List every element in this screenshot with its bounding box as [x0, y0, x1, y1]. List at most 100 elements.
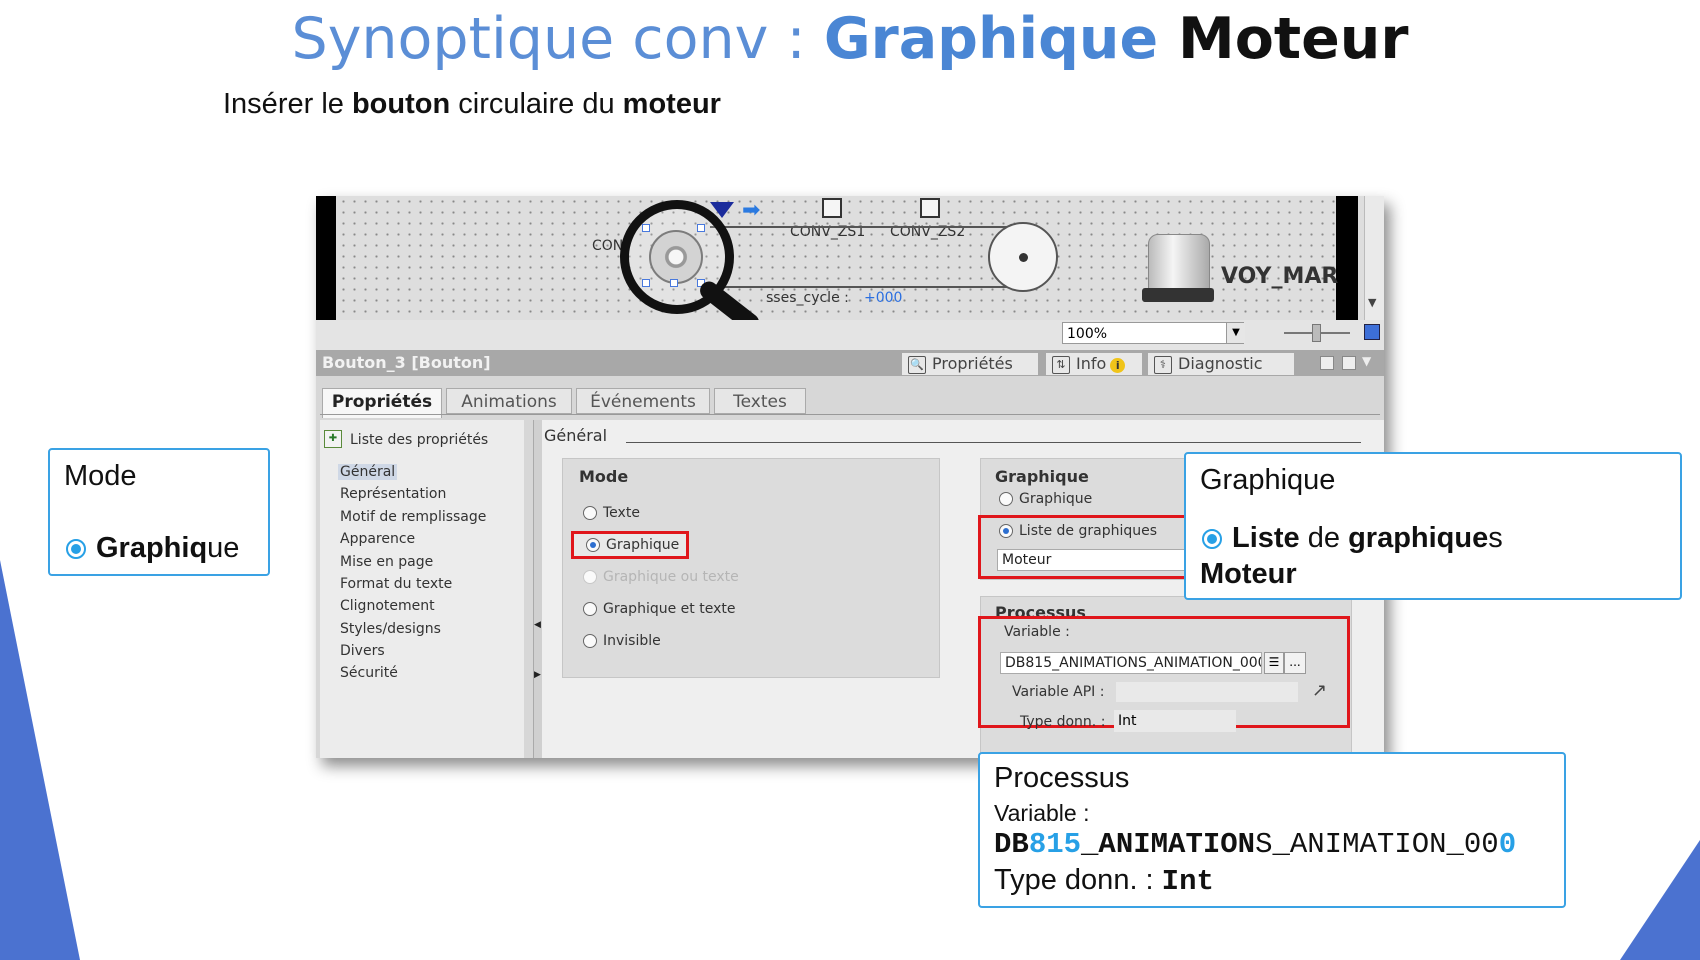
variable-api-label: Variable API : — [1012, 684, 1105, 700]
subtitle-part-3: circulaire du — [450, 88, 623, 120]
slide-subtitle: Insérer le bouton circulaire du moteur — [223, 88, 721, 121]
radio-selected-icon — [999, 524, 1013, 538]
tab-divider — [320, 414, 1380, 415]
callout-graphique-moteur: Moteur — [1200, 558, 1297, 590]
list-icon[interactable]: ☰ — [1264, 652, 1284, 674]
hmi-canvas[interactable]: ▼ CON ➡ CONV_ZS1 CONV_ZS2 sses_cycle : +… — [316, 196, 1384, 336]
info-icon: i — [1110, 358, 1126, 373]
arrow-right-icon[interactable]: ➡ — [742, 198, 760, 223]
radio-icon — [583, 602, 597, 616]
callout-type-label: Type donn. : — [994, 864, 1162, 896]
indicator-lamp[interactable] — [1148, 234, 1210, 292]
type-label: Type donn. : — [1020, 714, 1106, 730]
mode-option-invisible[interactable]: Invisible — [583, 633, 661, 649]
nav-item-motif[interactable]: Motif de remplissage — [340, 509, 486, 525]
zoom-slider-knob[interactable] — [1312, 324, 1321, 342]
window-maximize-icon[interactable] — [1342, 356, 1356, 370]
nav-item-general[interactable]: Général — [338, 464, 398, 480]
sensor-zs2-box[interactable] — [920, 198, 940, 218]
nav-item-securite[interactable]: Sécurité — [340, 665, 398, 681]
label-cycle: sses_cycle : — [766, 290, 849, 306]
nav-item-mise-en-page[interactable]: Mise en page — [340, 554, 433, 570]
callout-mode: Mode Graphique — [48, 448, 270, 576]
nav-item-representation[interactable]: Représentation — [340, 486, 446, 502]
goto-arrow-icon[interactable]: ↗ — [1312, 680, 1327, 701]
callout-variable-label: Variable : — [994, 800, 1090, 826]
browse-button[interactable]: ... — [1284, 652, 1306, 674]
callout-graphique-value: Liste de graphiques — [1202, 522, 1503, 555]
subtab-evenements[interactable]: Événements — [576, 388, 710, 414]
variable-api-input[interactable] — [1116, 682, 1298, 702]
graphique-title: Graphique — [995, 467, 1089, 486]
callout-mode-value-rest: ue — [207, 532, 240, 564]
property-list-icon: ✚ — [324, 430, 342, 448]
mode-group: Mode Texte Graphique Graphique ou texte … — [562, 458, 940, 678]
tab-info[interactable]: ⇅ Info i — [1046, 353, 1142, 375]
radio-label: Invisible — [603, 633, 661, 649]
variable-label: Variable : — [1004, 624, 1070, 640]
var-part-c: _ANIMATION — [1081, 828, 1256, 861]
mode-option-graphique[interactable]: Graphique — [571, 531, 689, 559]
radio-label: Graphique et texte — [603, 601, 736, 617]
subtab-animations[interactable]: Animations — [446, 388, 572, 414]
callout-graph-d: s — [1488, 522, 1503, 554]
callout-graph-c: graphique — [1348, 522, 1489, 554]
inspector-header: Bouton_3 [Bouton] 🔍 Propriétés ⇅ Info i ⚕ Di… — [316, 350, 1384, 376]
graphique-option-graphique[interactable]: Graphique — [999, 491, 1092, 507]
mode-option-graphique-ou-texte: Graphique ou texte — [583, 569, 739, 585]
variable-input[interactable]: DB815_ANIMATIONS_ANIMATION_000 — [1000, 652, 1262, 674]
radio-selected-icon — [586, 538, 600, 552]
title-part-2: Graphique — [823, 6, 1159, 72]
radio-icon — [583, 634, 597, 648]
sensor-zs1-box[interactable] — [822, 198, 842, 218]
graphique-option-liste[interactable]: Liste de graphiques — [999, 523, 1157, 539]
var-part-d: S — [1255, 828, 1273, 861]
callout-processus: Processus Variable : DB815_ANIMATIONS_AN… — [978, 752, 1566, 908]
callout-mode-value-bold: Graphiq — [96, 532, 208, 564]
window-restore-icon[interactable] — [1320, 356, 1334, 370]
nav-item-apparence[interactable]: Apparence — [340, 531, 415, 547]
radio-icon — [999, 492, 1013, 506]
subtab-textes[interactable]: Textes — [714, 388, 806, 414]
property-list-nav: ✚ Liste des propriétés Général Représent… — [320, 420, 524, 758]
chevron-left-icon[interactable]: ◀ — [534, 620, 541, 630]
canvas-vertical-scrollbar[interactable]: ▼ — [1364, 196, 1384, 320]
var-part-e: _ANIMATION_00 — [1272, 828, 1499, 861]
diagnostic-icon: ⚕ — [1154, 356, 1172, 374]
nav-item-format-texte[interactable]: Format du texte — [340, 576, 452, 592]
nav-item-styles[interactable]: Styles/designs — [340, 621, 441, 637]
tab-diagnostic[interactable]: ⚕ Diagnostic — [1148, 353, 1294, 375]
indicator-lamp-base — [1142, 288, 1214, 302]
tab-label: Propriétés — [932, 354, 1013, 373]
section-rule — [626, 442, 1361, 443]
zoom-select[interactable]: 100% — [1062, 322, 1244, 344]
zoom-fit-icon[interactable] — [1364, 324, 1380, 340]
callout-variable-value: DB815_ANIMATIONS_ANIMATION_000 — [994, 828, 1516, 861]
mode-option-texte[interactable]: Texte — [583, 505, 640, 521]
decor-triangle-left — [0, 560, 80, 960]
cycle-value: +000 — [864, 290, 903, 306]
callout-mode-title: Mode — [64, 460, 137, 492]
mode-option-graphique-et-texte[interactable]: Graphique et texte — [583, 601, 735, 617]
radio-icon — [583, 570, 597, 584]
radio-label: Liste de graphiques — [1019, 523, 1158, 539]
chevron-down-icon[interactable]: ▼ — [1362, 354, 1371, 368]
nav-header: Liste des propriétés — [350, 432, 489, 448]
nav-item-divers[interactable]: Divers — [340, 643, 385, 659]
chevron-down-icon[interactable]: ▼ — [1226, 323, 1245, 343]
title-part-3: Moteur — [1158, 6, 1409, 72]
slide-title: Synoptique conv : Graphique Moteur — [0, 6, 1700, 72]
var-part-b: 815 — [1028, 828, 1082, 861]
canvas-border-right — [1336, 196, 1358, 320]
callout-type-value: Int — [1161, 865, 1214, 898]
canvas-border-left — [316, 196, 336, 320]
pulley-axle — [1019, 253, 1028, 262]
radio-selected-icon — [1202, 529, 1222, 550]
var-part-a: DB — [994, 828, 1029, 861]
scroll-down-icon[interactable]: ▼ — [1368, 296, 1376, 309]
nav-item-clignotement[interactable]: Clignotement — [340, 598, 435, 614]
radio-selected-icon — [66, 539, 86, 560]
chevron-right-icon[interactable]: ▶ — [534, 670, 541, 680]
tab-proprietes[interactable]: 🔍 Propriétés — [902, 353, 1038, 375]
belt-pulley[interactable] — [988, 222, 1058, 292]
